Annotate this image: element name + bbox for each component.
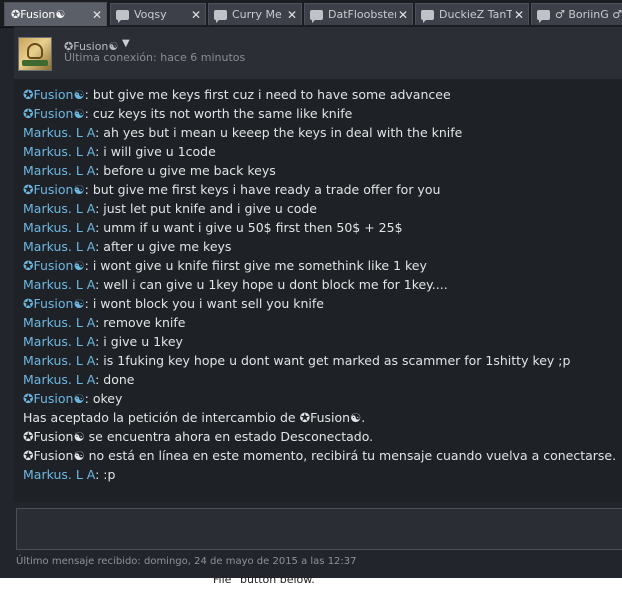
message-sender[interactable]: Markus. L A (23, 334, 95, 349)
tab-curry-me[interactable]: Curry Me ✕ (208, 3, 302, 25)
message-sender[interactable]: ✪Fusion☯ (23, 182, 85, 197)
close-icon[interactable]: ✕ (90, 8, 104, 22)
message-sender[interactable]: Markus. L A (23, 467, 95, 482)
chat-message: ✪Fusion☯: cuz keys its not worth the sam… (14, 104, 622, 123)
last-online-status: Última conexión: hace 6 minutos (64, 51, 246, 64)
message-sender[interactable]: Markus. L A (23, 201, 95, 216)
tab-label: ♂ BoriinG ♂ (555, 8, 622, 21)
message-text: : umm if u want i give u 50$ first then … (95, 220, 403, 235)
message-sender[interactable]: Markus. L A (23, 277, 95, 292)
message-sender[interactable]: Markus. L A (23, 144, 95, 159)
tab-duckiez-tant[interactable]: DuckieZ TanT ✕ (415, 3, 529, 25)
chat-icon (537, 9, 550, 23)
tab-label: Voqsy (134, 8, 167, 21)
chat-message: Markus. L A: :p (14, 465, 622, 484)
message-text: : is 1fuking key hope u dont want get ma… (95, 353, 571, 368)
chevron-down-icon[interactable]: ▼ (122, 38, 130, 49)
close-icon[interactable]: ✕ (396, 8, 410, 22)
message-sender[interactable]: Markus. L A (23, 163, 95, 178)
background-page-text: File" button below. (213, 573, 315, 586)
message-text: : well i can give u 1key hope u dont blo… (95, 277, 448, 292)
chat-message: Markus. L A: well i can give u 1key hope… (14, 275, 622, 294)
chat-icon (116, 9, 129, 23)
message-log[interactable]: ✪Fusion☯: but give me keys first cuz i n… (14, 79, 622, 502)
tab-fusion[interactable]: ✪Fusion☯ ✕ (4, 2, 107, 26)
chat-icon (310, 9, 323, 23)
message-text: : just let put knife and i give u code (95, 201, 317, 216)
system-message: ✪Fusion☯ no está en línea en este moment… (23, 448, 617, 463)
chat-message: ✪Fusion☯: okey (14, 389, 622, 408)
chat-message: Markus. L A: i will give u 1code (14, 142, 622, 161)
chat-message: ✪Fusion☯: i wont block you i want sell y… (14, 294, 622, 313)
message-sender[interactable]: Markus. L A (23, 220, 95, 235)
chat-message: ✪Fusion☯: but give me first keys i have … (14, 180, 622, 199)
chat-message: Markus. L A: done (14, 370, 622, 389)
message-text: : but give me keys first cuz i need to h… (84, 87, 451, 102)
message-text: : remove knife (95, 315, 186, 330)
close-icon[interactable]: ✕ (512, 8, 526, 22)
chat-message: Markus. L A: just let put knife and i gi… (14, 199, 622, 218)
close-icon[interactable]: ✕ (189, 8, 203, 22)
tab-label: DuckieZ TanT (439, 8, 512, 21)
message-text: : okey (84, 391, 123, 406)
chat-header: ✪Fusion☯ ▼ Última conexión: hace 6 minut… (14, 27, 622, 79)
chat-message: Markus. L A: is 1fuking key hope u dont … (14, 351, 622, 370)
message-sender[interactable]: ✪Fusion☯ (23, 296, 85, 311)
message-text: : i wont give u knife fiirst give me som… (84, 258, 427, 273)
tab-bar: ✪Fusion☯ ✕ Voqsy ✕ Curry Me ✕ DatFloobst… (0, 0, 622, 28)
avatar[interactable] (18, 37, 52, 71)
chat-window: ✪Fusion☯ ✕ Voqsy ✕ Curry Me ✕ DatFloobst… (0, 0, 622, 578)
tab-voqsy[interactable]: Voqsy ✕ (110, 3, 206, 25)
message-sender[interactable]: Markus. L A (23, 353, 95, 368)
message-sender[interactable]: ✪Fusion☯ (23, 258, 85, 273)
message-text: : :p (95, 467, 116, 482)
message-input[interactable] (17, 509, 622, 549)
message-text: : ah yes but i mean u keeep the keys in … (95, 125, 463, 140)
message-input-box[interactable] (16, 508, 622, 550)
chat-icon (421, 9, 434, 23)
tab-label: Curry Me (232, 8, 282, 21)
chat-icon (214, 9, 227, 23)
tab-label: ✪Fusion☯ (11, 8, 66, 21)
tab-label: DatFloobster (328, 8, 396, 21)
chat-message: Markus. L A: after u give me keys (14, 237, 622, 256)
chat-message: ✪Fusion☯: i wont give u knife fiirst giv… (14, 256, 622, 275)
message-sender[interactable]: ✪Fusion☯ (23, 106, 85, 121)
chat-message: Markus. L A: remove knife (14, 313, 622, 332)
message-text: : after u give me keys (95, 239, 232, 254)
message-text: : cuz keys its not worth the same like k… (84, 106, 353, 121)
message-sender[interactable]: ✪Fusion☯ (23, 87, 85, 102)
message-sender[interactable]: Markus. L A (23, 315, 95, 330)
last-received-timestamp: Último mensaje recibido: domingo, 24 de … (16, 556, 357, 567)
message-text: : i will give u 1code (95, 144, 216, 159)
chat-message: ✪Fusion☯: but give me keys first cuz i n… (14, 85, 622, 104)
close-icon[interactable]: ✕ (285, 8, 299, 22)
tab-boriing[interactable]: ♂ BoriinG ♂ (531, 3, 622, 25)
message-sender[interactable]: ✪Fusion☯ (23, 391, 85, 406)
system-message: Has aceptado la petición de intercambio … (23, 410, 366, 425)
message-text: : but give me first keys i have ready a … (84, 182, 441, 197)
message-sender[interactable]: Markus. L A (23, 239, 95, 254)
chat-message: Markus. L A: ah yes but i mean u keeep t… (14, 123, 622, 142)
tab-datfloobster[interactable]: DatFloobster ✕ (304, 3, 413, 25)
chat-message: Markus. L A: i give u 1key (14, 332, 622, 351)
message-sender[interactable]: Markus. L A (23, 372, 95, 387)
message-sender[interactable]: Markus. L A (23, 125, 95, 140)
message-text: : before u give me back keys (95, 163, 276, 178)
chat-message: Markus. L A: before u give me back keys (14, 161, 622, 180)
message-text: : i give u 1key (95, 334, 183, 349)
message-text: : i wont block you i want sell you knife (84, 296, 324, 311)
system-message: ✪Fusion☯ se encuentra ahora en estado De… (23, 429, 374, 444)
message-text: : done (95, 372, 135, 387)
chat-message: Markus. L A: umm if u want i give u 50$ … (14, 218, 622, 237)
